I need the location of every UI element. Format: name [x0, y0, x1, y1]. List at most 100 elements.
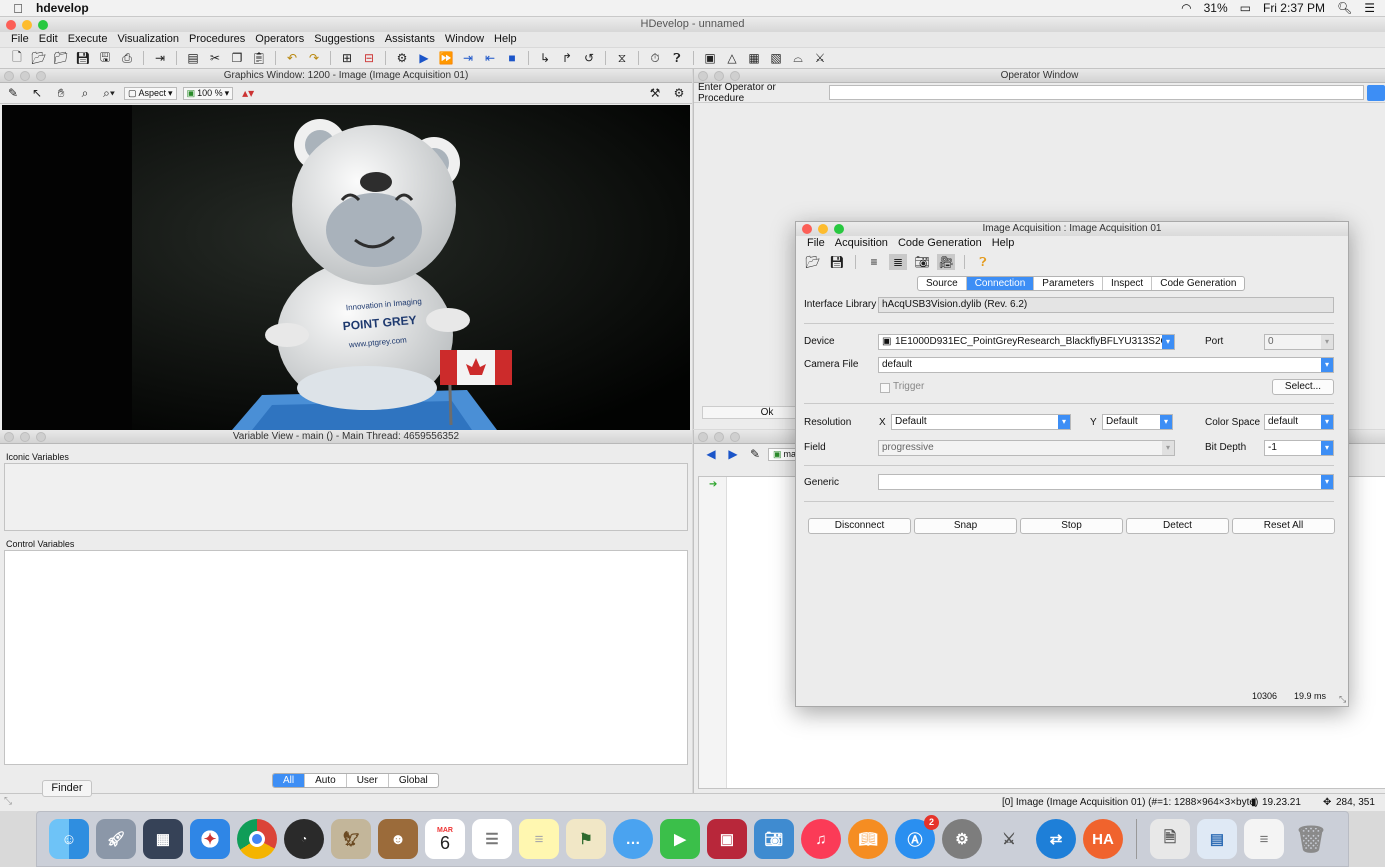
settings-icon[interactable]: ⚙ — [670, 85, 688, 101]
iphoto-icon[interactable]: 📷︎ — [754, 819, 794, 859]
camera-file-select[interactable]: default ▾ — [878, 357, 1334, 373]
step-back-icon[interactable]: ⇤ — [481, 50, 499, 66]
zoom-window-button[interactable] — [730, 71, 740, 81]
open-file-icon[interactable]: 📂︎ — [30, 50, 48, 66]
dialog-menu-file[interactable]: File — [802, 236, 830, 251]
speed-test-icon[interactable]: ◔ — [284, 819, 324, 859]
photo-booth-icon[interactable]: ▣ — [707, 819, 747, 859]
utility-tool-icon[interactable]: ⚔ — [989, 819, 1029, 859]
resolution-y-select[interactable]: Default ▾ — [1102, 414, 1173, 430]
open-folder-icon[interactable]: 📂︎ — [804, 254, 822, 270]
zoom-window-button[interactable] — [834, 224, 844, 234]
minimize-window-button[interactable] — [20, 432, 30, 442]
zoom-window-button[interactable] — [36, 432, 46, 442]
step-over-icon[interactable]: ⇥ — [459, 50, 477, 66]
hdevelop-icon[interactable]: HA — [1083, 819, 1123, 859]
snap-button[interactable]: Snap — [914, 518, 1017, 534]
minimize-window-button[interactable] — [714, 71, 724, 81]
disconnect-button[interactable]: Disconnect — [808, 518, 911, 534]
calendar-icon[interactable]: MAR 6 — [425, 819, 465, 859]
minimize-window-button[interactable] — [20, 71, 30, 81]
trash-icon[interactable]: 🗑︎ — [1291, 819, 1331, 859]
stop-icon[interactable]: ■ — [503, 50, 521, 66]
help-browser-icon[interactable]: ❓︎ — [668, 50, 686, 66]
port-select[interactable]: 0 ▾ — [1264, 334, 1334, 350]
zoom-icon[interactable]: ⌕ — [76, 85, 94, 101]
export-icon[interactable]: ⇥ — [151, 50, 169, 66]
line-profile-icon[interactable]: ⌓ — [789, 50, 807, 66]
safari-icon[interactable]: ✦ — [190, 819, 230, 859]
menu-operators[interactable]: Operators — [250, 32, 309, 47]
menu-visualization[interactable]: Visualization — [112, 32, 184, 47]
print-icon[interactable]: ⎙ — [118, 50, 136, 66]
graphics-window-icon[interactable]: ▣ — [701, 50, 719, 66]
chrome-icon[interactable] — [237, 819, 277, 859]
menu-suggestions[interactable]: Suggestions — [309, 32, 380, 47]
bit-depth-select[interactable]: -1 ▾ — [1264, 440, 1334, 456]
inspect-icon[interactable]: ⚒ — [646, 85, 664, 101]
undo-icon[interactable]: ↶ — [283, 50, 301, 66]
resize-grip-icon[interactable]: ⤡ — [1339, 694, 1346, 705]
notes-icon[interactable]: ≡ — [519, 819, 559, 859]
tab-inspect[interactable]: Inspect — [1103, 277, 1153, 290]
snap-camera-icon[interactable]: 📷︎ — [913, 254, 931, 270]
open-recent-icon[interactable]: 📁︎ — [52, 50, 70, 66]
close-window-button[interactable] — [698, 71, 708, 81]
resolution-x-select[interactable]: Default ▾ — [891, 414, 1071, 430]
clock-icon[interactable]: ⏱ — [646, 50, 664, 66]
iconic-variables-panel[interactable] — [4, 463, 688, 531]
control-variables-panel[interactable] — [4, 550, 688, 765]
recent-files-stack-icon[interactable]: ≡ — [1244, 819, 1284, 859]
tab-connection[interactable]: Connection — [966, 277, 1035, 290]
code-preview-icon[interactable]: ≣ — [889, 254, 907, 270]
app-name-menu[interactable]: hdevelop — [36, 1, 89, 15]
reminders-icon[interactable]: ☰ — [472, 819, 512, 859]
program-icon[interactable]: ▤ — [184, 50, 202, 66]
device-select[interactable]: ▣ 1E1000D931EC_PointGreyResearch_Blackfl… — [878, 334, 1175, 350]
menu-assistants[interactable]: Assistants — [380, 32, 440, 47]
pan-hand-icon[interactable]: ✋︎ — [52, 85, 70, 101]
downloads-stack-icon[interactable]: ▤ — [1197, 819, 1237, 859]
ibooks-icon[interactable]: 📖︎ — [848, 819, 888, 859]
launchpad-icon[interactable]: 🚀︎ — [96, 819, 136, 859]
itunes-icon[interactable]: ♫ — [801, 819, 841, 859]
run-all-threads-icon[interactable]: ⏩ — [437, 50, 455, 66]
step-into-icon[interactable]: ↳ — [536, 50, 554, 66]
minimize-window-button[interactable] — [818, 224, 828, 234]
generic-input[interactable]: ▾ — [878, 474, 1334, 490]
zoom-options-icon[interactable]: ⌕▾ — [100, 85, 118, 101]
dialog-menu-help[interactable]: Help — [987, 236, 1020, 251]
menu-help[interactable]: Help — [489, 32, 522, 47]
new-file-icon[interactable]: 🗋︎ — [8, 50, 26, 66]
stop-button[interactable]: Stop — [1020, 518, 1123, 534]
zoom-window-button[interactable] — [36, 71, 46, 81]
copy-icon[interactable]: ❐ — [228, 50, 246, 66]
dialog-menu-acquisition[interactable]: Acquisition — [830, 236, 893, 251]
finder-icon[interactable]: ☺ — [49, 819, 89, 859]
gray-histogram-icon[interactable]: ▦ — [745, 50, 763, 66]
step-out-icon[interactable]: ↱ — [558, 50, 576, 66]
insert-code-icon[interactable]: ≡ — [865, 254, 883, 270]
close-window-button[interactable] — [4, 432, 14, 442]
forward-arrow-icon[interactable]: ▶ — [724, 446, 742, 462]
zoom-window-button[interactable] — [38, 20, 48, 30]
cut-icon[interactable]: ✂ — [206, 50, 224, 66]
messages-icon[interactable]: … — [613, 819, 653, 859]
wifi-icon[interactable]: ◠ — [1181, 1, 1191, 15]
notification-center-icon[interactable]: ☰ — [1364, 1, 1375, 15]
documents-stack-icon[interactable]: 🗎︎ — [1150, 819, 1190, 859]
menu-file[interactable]: File — [6, 32, 34, 47]
field-select[interactable]: progressive ▾ — [878, 440, 1175, 456]
filter-auto[interactable]: Auto — [305, 774, 347, 787]
maps-icon[interactable]: ⚑ — [566, 819, 606, 859]
menu-edit[interactable]: Edit — [34, 32, 63, 47]
menu-procedures[interactable]: Procedures — [184, 32, 250, 47]
zoom-level-select[interactable]: ▣ 100 % ▾ — [182, 86, 234, 100]
close-window-button[interactable] — [6, 20, 16, 30]
aspect-select[interactable]: ▢ Aspect ▾ — [124, 86, 177, 100]
detect-button[interactable]: Detect — [1126, 518, 1229, 534]
save-icon[interactable]: 💾︎ — [828, 254, 846, 270]
operator-go-icon[interactable] — [1367, 84, 1385, 101]
reset-all-button[interactable]: Reset All — [1232, 518, 1335, 534]
battery-icon[interactable]: ▭ — [1240, 1, 1251, 15]
